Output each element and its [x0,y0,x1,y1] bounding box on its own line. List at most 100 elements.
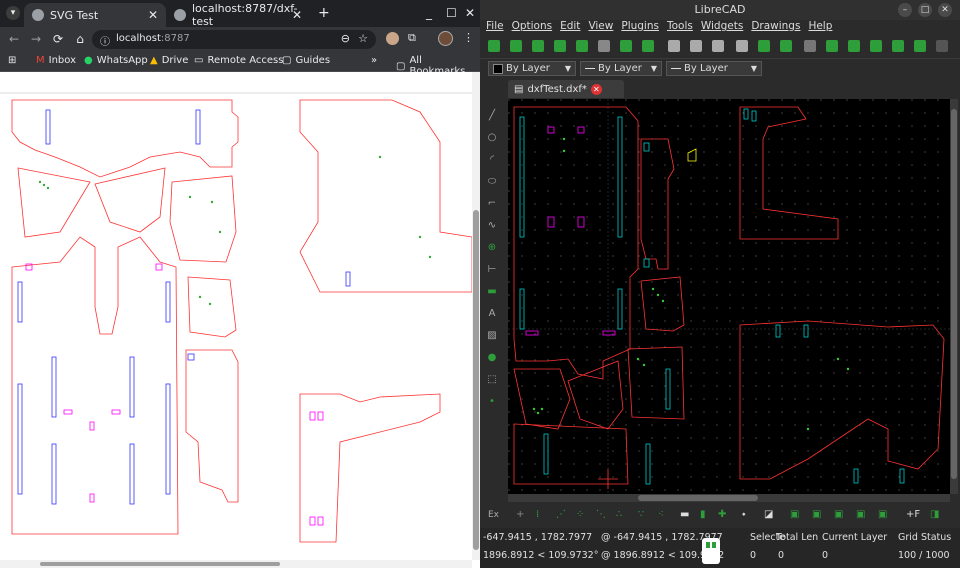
menu-help[interactable]: Help [808,20,832,35]
save-icon[interactable] [554,40,566,52]
bookmark-remote-access[interactable]: ▭ Remote Access [194,55,283,66]
zoom-in-icon[interactable] [870,40,882,52]
select-pointer-icon[interactable] [668,40,680,52]
relative-zero-icon[interactable]: ⬩ [742,509,746,520]
snap-intersection-icon[interactable]: ⁖ [658,509,664,520]
reload-button[interactable]: ⟳ [50,31,66,47]
extension-icon[interactable] [386,32,399,45]
scrollbar-thumb[interactable] [638,495,758,501]
export-icon[interactable] [642,40,654,52]
zoom-auto-icon[interactable] [914,40,926,52]
layer-settings-icon[interactable]: ◨ [930,509,939,520]
address-bar[interactable]: ⓘ localhost:8787 ⊖ ☆ [92,30,376,49]
print-preview-icon[interactable] [620,40,632,52]
exclusive-snap-icon[interactable]: Ex [488,510,499,520]
zoom-out-icon[interactable] [892,40,904,52]
tab-svg-test[interactable]: SVG Test ✕ [24,3,166,27]
snap-middle-icon[interactable]: ∴ [616,509,622,520]
info-tool-icon[interactable]: • [485,395,499,409]
snap-endpoint-icon[interactable]: ⋰ [556,509,566,520]
snap-entity-icon[interactable]: ⁘ [576,509,584,520]
canvas-vertical-scrollbar[interactable] [950,99,958,494]
menu-file[interactable]: File [486,20,504,35]
snap-free-icon[interactable]: + [516,509,524,520]
snap-distance-icon[interactable]: ∵ [638,509,644,520]
polyline-tool-icon[interactable]: ⌐ [485,197,499,211]
bookmark-drive[interactable]: ▲ Drive [150,55,188,66]
tab-search-icon[interactable]: ▾ [6,6,20,20]
ellipse-tool-icon[interactable]: ⬭ [485,175,499,189]
menu-options[interactable]: Options [512,20,553,35]
scrollbar-thumb[interactable] [40,562,280,566]
bookmark-whatsapp[interactable]: ● WhatsApp [84,55,148,66]
save-as-icon[interactable] [576,40,588,52]
hatch-tool-icon[interactable]: ▨ [485,329,499,343]
bookmark-guides[interactable]: ▢ Guides [282,55,330,66]
lock-relative-zero-icon[interactable]: ◪ [764,509,773,520]
copy-icon[interactable] [758,40,770,52]
paste-icon[interactable] [780,40,792,52]
maximize-button[interactable]: □ [918,3,932,17]
select-tool-icon[interactable]: ⊕ [485,241,499,255]
print-icon[interactable] [598,40,610,52]
bookmark-inbox[interactable]: M Inbox [36,55,76,66]
grid-icon[interactable] [804,40,816,52]
snap-grid-icon[interactable]: ⁞ [536,509,539,520]
new-tab-button[interactable]: + [318,5,330,21]
color-selector[interactable]: By Layer ▼ [488,61,576,76]
menu-plugins[interactable]: Plugins [621,20,659,35]
modify-tool-icon[interactable]: ▬ [485,285,499,299]
text-tool-icon[interactable]: A [485,307,499,321]
close-window-button[interactable]: ✕ [938,3,952,17]
layer-toolbar-icon-4[interactable]: ▣ [856,509,865,520]
layer-toolbar-icon-2[interactable]: ▣ [812,509,821,520]
back-button[interactable]: ← [6,31,22,47]
layer-toolbar-icon-5[interactable]: ▣ [878,509,887,520]
minimize-button[interactable]: _ [426,6,432,20]
linetype-selector[interactable]: By Layer ▼ [666,61,762,76]
cut-icon[interactable] [736,40,748,52]
arc-tool-icon[interactable]: ◜ [485,153,499,167]
close-tab-icon[interactable]: ✕ [148,8,158,22]
maximize-button[interactable]: ☐ [446,6,457,20]
site-info-icon[interactable]: ⓘ [100,33,110,48]
horizontal-scrollbar[interactable] [0,560,472,568]
width-selector[interactable]: By Layer ▼ [580,61,662,76]
close-window-button[interactable]: ✕ [465,6,475,20]
circle-tool-icon[interactable]: ○ [485,131,499,145]
restrict-horizontal-icon[interactable]: ▬ [680,509,689,520]
block-tool-icon[interactable]: ⬚ [485,373,499,387]
menu-widgets[interactable]: Widgets [701,20,743,35]
point-tool-icon[interactable]: ● [485,351,499,365]
new-template-icon[interactable] [510,40,522,52]
tab-dxf-test[interactable]: localhost:8787/dxf-test ✕ [166,2,310,28]
layer-toolbar-icon-1[interactable]: ▣ [790,509,799,520]
restrict-ortho-icon[interactable]: ✚ [718,509,726,520]
bookmark-star-icon[interactable]: ☆ [358,32,368,45]
dimension-tool-icon[interactable]: ⊢ [485,263,499,277]
restrict-vertical-icon[interactable]: ▮ [700,509,706,520]
undo-icon[interactable] [690,40,702,52]
line-tool-icon[interactable]: ╱ [485,109,499,123]
bookmarks-overflow-button[interactable]: » [371,55,377,66]
apps-grid-icon[interactable]: ⊞ [8,55,16,66]
layer-toolbar-icon-3[interactable]: ▣ [834,509,843,520]
canvas-horizontal-scrollbar[interactable] [508,494,950,502]
close-tab-icon[interactable]: ✕ [590,83,602,95]
snap-center-icon[interactable]: ⋱ [596,509,606,520]
extensions-puzzle-icon[interactable]: ⧉ [408,31,416,45]
menu-drawings[interactable]: Drawings [751,20,800,35]
forward-button[interactable]: → [28,31,44,47]
menu-tools[interactable]: Tools [667,20,693,35]
zoom-previous-icon[interactable] [936,40,948,52]
menu-view[interactable]: View [588,20,613,35]
open-file-icon[interactable] [532,40,544,52]
redraw-icon[interactable] [848,40,860,52]
menu-edit[interactable]: Edit [560,20,580,35]
scrollbar-thumb[interactable] [473,210,479,550]
scrollbar-thumb[interactable] [951,109,957,479]
drawing-canvas[interactable] [508,99,950,494]
profile-avatar[interactable] [438,31,453,46]
redo-icon[interactable] [712,40,724,52]
chrome-menu-icon[interactable]: ⋮ [463,31,474,44]
